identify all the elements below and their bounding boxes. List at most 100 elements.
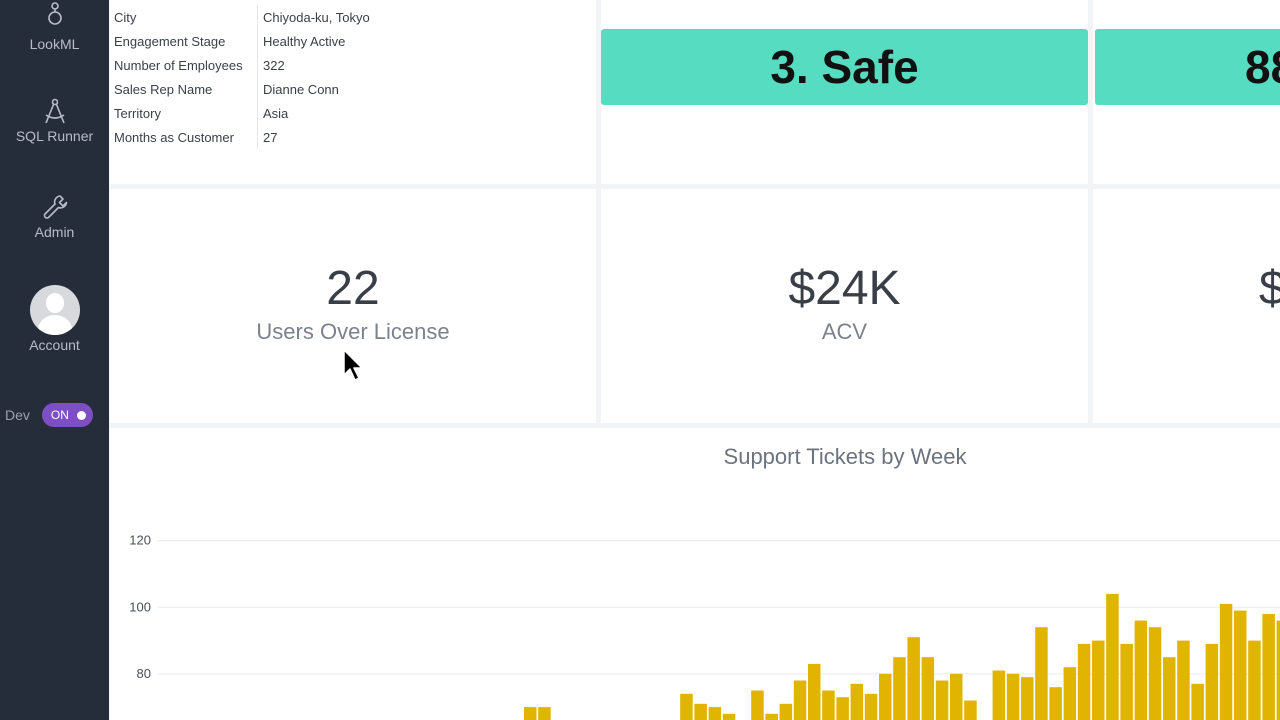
chart-bar[interactable] bbox=[864, 693, 878, 720]
chart-bar[interactable] bbox=[907, 637, 920, 720]
chart-bar[interactable] bbox=[524, 707, 537, 720]
y-tick-label: 120 bbox=[129, 533, 151, 548]
chart-bar[interactable] bbox=[1021, 677, 1034, 720]
support-tickets-chart: 6080100120 bbox=[129, 533, 1280, 720]
chart-bar[interactable] bbox=[1177, 640, 1190, 720]
chart-bar[interactable] bbox=[1276, 620, 1280, 720]
detail-value: Chiyoda-ku, Tokyo bbox=[263, 10, 370, 25]
dev-mode-row: Dev ON bbox=[5, 403, 93, 427]
avatar bbox=[29, 285, 80, 335]
chart-bar[interactable] bbox=[1163, 657, 1176, 720]
chart-bar[interactable] bbox=[1049, 687, 1062, 720]
chart-bar[interactable] bbox=[708, 707, 722, 720]
dev-mode-toggle[interactable]: ON bbox=[41, 403, 93, 427]
chart-bar[interactable] bbox=[1106, 593, 1119, 720]
chart-bar[interactable] bbox=[1234, 610, 1247, 720]
users-over-license-tile: 22 Users Over License bbox=[110, 189, 596, 423]
detail-key: Territory bbox=[114, 106, 161, 121]
detail-key: City bbox=[114, 10, 137, 25]
users-over-license-value: 22 bbox=[326, 262, 380, 315]
users-over-license-label: Users Over License bbox=[256, 319, 450, 344]
chart-bar[interactable] bbox=[1006, 673, 1020, 720]
chart-bar[interactable] bbox=[779, 703, 793, 720]
chart-bar[interactable] bbox=[935, 680, 949, 720]
toggle-knob-icon bbox=[76, 410, 86, 420]
chart-bar[interactable] bbox=[1035, 627, 1048, 720]
chart-bar[interactable] bbox=[722, 713, 736, 720]
detail-value: Dianne Conn bbox=[263, 82, 339, 97]
sidebar-item-lookml[interactable]: LookML bbox=[0, 0, 109, 52]
chart-bar[interactable] bbox=[1191, 683, 1204, 720]
chart-bar[interactable] bbox=[1248, 640, 1261, 720]
chart-bar[interactable] bbox=[808, 663, 821, 720]
chart-bar[interactable] bbox=[1120, 643, 1133, 720]
app: LookML SQL Runner Admin Account Dev ON C… bbox=[0, 0, 1280, 720]
sidebar: LookML SQL Runner Admin Account Dev ON bbox=[0, 0, 109, 720]
chart-bar[interactable] bbox=[1134, 620, 1148, 720]
chart-bar[interactable] bbox=[1262, 613, 1275, 720]
value-tile-value: $ bbox=[1259, 262, 1280, 315]
chart-bar[interactable] bbox=[793, 680, 807, 720]
chart-bar[interactable] bbox=[1219, 603, 1233, 720]
chart-bar[interactable] bbox=[1077, 643, 1091, 720]
detail-value: Healthy Active bbox=[263, 34, 346, 49]
chart-bar[interactable] bbox=[836, 697, 849, 720]
health-tier-text: 3. Safe bbox=[770, 41, 919, 93]
value-tile: $ bbox=[1093, 189, 1280, 423]
chart-bar[interactable] bbox=[751, 690, 764, 720]
lookml-icon bbox=[47, 2, 62, 25]
chart-bar[interactable] bbox=[950, 673, 963, 720]
chart-bar[interactable] bbox=[921, 657, 935, 720]
chart-bar[interactable] bbox=[964, 700, 977, 720]
table-row: Number of Employees 322 bbox=[110, 53, 596, 77]
detail-value: Asia bbox=[263, 106, 289, 121]
table-row: Months as Customer 27 bbox=[110, 125, 596, 149]
chart-bar[interactable] bbox=[879, 673, 892, 720]
chart-bar[interactable] bbox=[765, 713, 778, 720]
acv-value: $24K bbox=[788, 262, 901, 315]
chart-bar[interactable] bbox=[1148, 627, 1162, 720]
sql-runner-icon bbox=[44, 98, 65, 124]
detail-key: Engagement Stage bbox=[114, 34, 226, 49]
dev-mode-label: Dev bbox=[5, 407, 30, 423]
mouse-cursor-icon bbox=[343, 349, 363, 381]
y-tick-label: 100 bbox=[129, 599, 151, 614]
sidebar-item-sql-runner[interactable]: SQL Runner bbox=[0, 96, 109, 144]
y-tick-label: 80 bbox=[137, 666, 151, 681]
chart-bar[interactable] bbox=[822, 690, 835, 720]
acv-label: ACV bbox=[821, 319, 868, 344]
sidebar-item-label: LookML bbox=[29, 36, 80, 52]
chart-bar[interactable] bbox=[680, 693, 693, 720]
table-row: City Chiyoda-ku, Tokyo bbox=[110, 5, 596, 29]
health-tier-tile: 3. Safe bbox=[601, 0, 1088, 184]
chart-bar[interactable] bbox=[992, 670, 1006, 720]
detail-key: Sales Rep Name bbox=[114, 82, 213, 97]
sidebar-item-account[interactable]: Account bbox=[0, 285, 109, 353]
chart-bar[interactable] bbox=[1205, 643, 1219, 720]
table-row: Sales Rep Name Dianne Conn bbox=[110, 77, 596, 101]
table-row: Territory Asia bbox=[110, 101, 596, 125]
dev-toggle-text: ON bbox=[50, 408, 69, 422]
chart-bar[interactable] bbox=[1063, 667, 1077, 720]
support-tickets-chart-tile: Support Tickets by Week 6080100120 bbox=[110, 428, 1280, 720]
acv-tile: $24K ACV bbox=[601, 189, 1088, 423]
score-tile: 88 bbox=[1093, 0, 1280, 184]
chart-bar[interactable] bbox=[694, 703, 707, 720]
wrench-icon bbox=[43, 195, 67, 219]
score-text: 88 bbox=[1245, 41, 1280, 93]
chart-bar[interactable] bbox=[893, 657, 906, 720]
detail-value: 27 bbox=[263, 130, 278, 145]
chart-bar[interactable] bbox=[850, 683, 864, 720]
sidebar-item-admin[interactable]: Admin bbox=[0, 192, 109, 240]
detail-value: 322 bbox=[263, 58, 285, 73]
health-tier-banner: 3. Safe bbox=[601, 29, 1088, 105]
account-details-tile: City Chiyoda-ku, Tokyo Engagement Stage … bbox=[110, 0, 596, 184]
sidebar-item-label: SQL Runner bbox=[15, 128, 94, 144]
detail-key: Number of Employees bbox=[114, 58, 243, 73]
score-banner: 88 bbox=[1095, 29, 1280, 105]
table-row: Engagement Stage Healthy Active bbox=[110, 29, 596, 53]
sidebar-item-label: Admin bbox=[34, 224, 75, 240]
sidebar-item-label: Account bbox=[29, 337, 80, 353]
chart-bar[interactable] bbox=[538, 707, 551, 720]
chart-bar[interactable] bbox=[1092, 640, 1105, 720]
